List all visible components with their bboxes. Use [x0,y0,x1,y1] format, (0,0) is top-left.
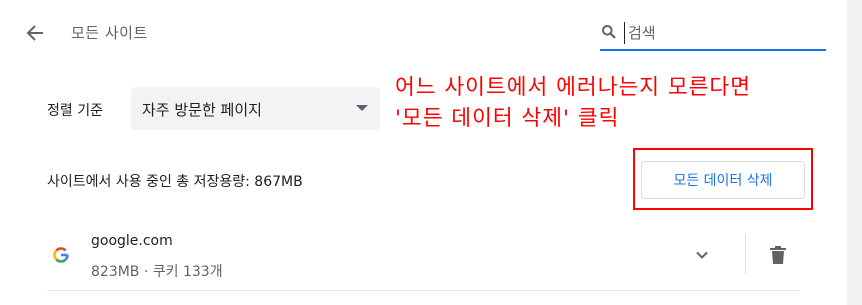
search-input[interactable] [624,22,824,44]
search-icon [602,25,616,39]
site-settings-card: 모든 사이트 정렬 기준 자주 방문한 페이지 어느 사이트에서 에러나는지 모… [0,0,847,305]
google-favicon-icon [53,247,69,267]
vertical-divider [745,234,746,274]
site-usage-meta: 823MB · 쿠키 133개 [91,264,223,280]
annotation-line-1: 어느 사이트에서 에러나는지 모른다면 [395,75,751,100]
sort-selected-value: 자주 방문한 페이지 [142,101,262,119]
annotation-line-2: '모든 데이터 삭제' 클릭 [395,106,620,131]
sort-label: 정렬 기준 [47,103,103,119]
page-title: 모든 사이트 [71,24,148,42]
highlight-box [633,148,813,210]
back-button[interactable] [23,21,47,45]
storage-usage-text: 사이트에서 사용 중인 총 저장용량: 867MB [47,174,303,190]
instruction-annotation: 어느 사이트에서 에러나는지 모른다면 '모든 데이터 삭제' 클릭 [395,72,751,134]
row-divider [47,290,800,291]
window-edge [847,0,862,305]
chevron-down-icon [696,251,708,259]
dropdown-arrow-icon [356,105,368,111]
expand-site-button[interactable] [693,246,711,268]
search-field[interactable] [600,22,826,51]
trash-icon [770,246,786,264]
delete-site-data-button[interactable] [768,244,788,270]
arrow-back-icon [26,25,43,41]
sort-dropdown[interactable]: 자주 방문한 페이지 [131,87,380,130]
site-name: google.com [91,233,173,249]
